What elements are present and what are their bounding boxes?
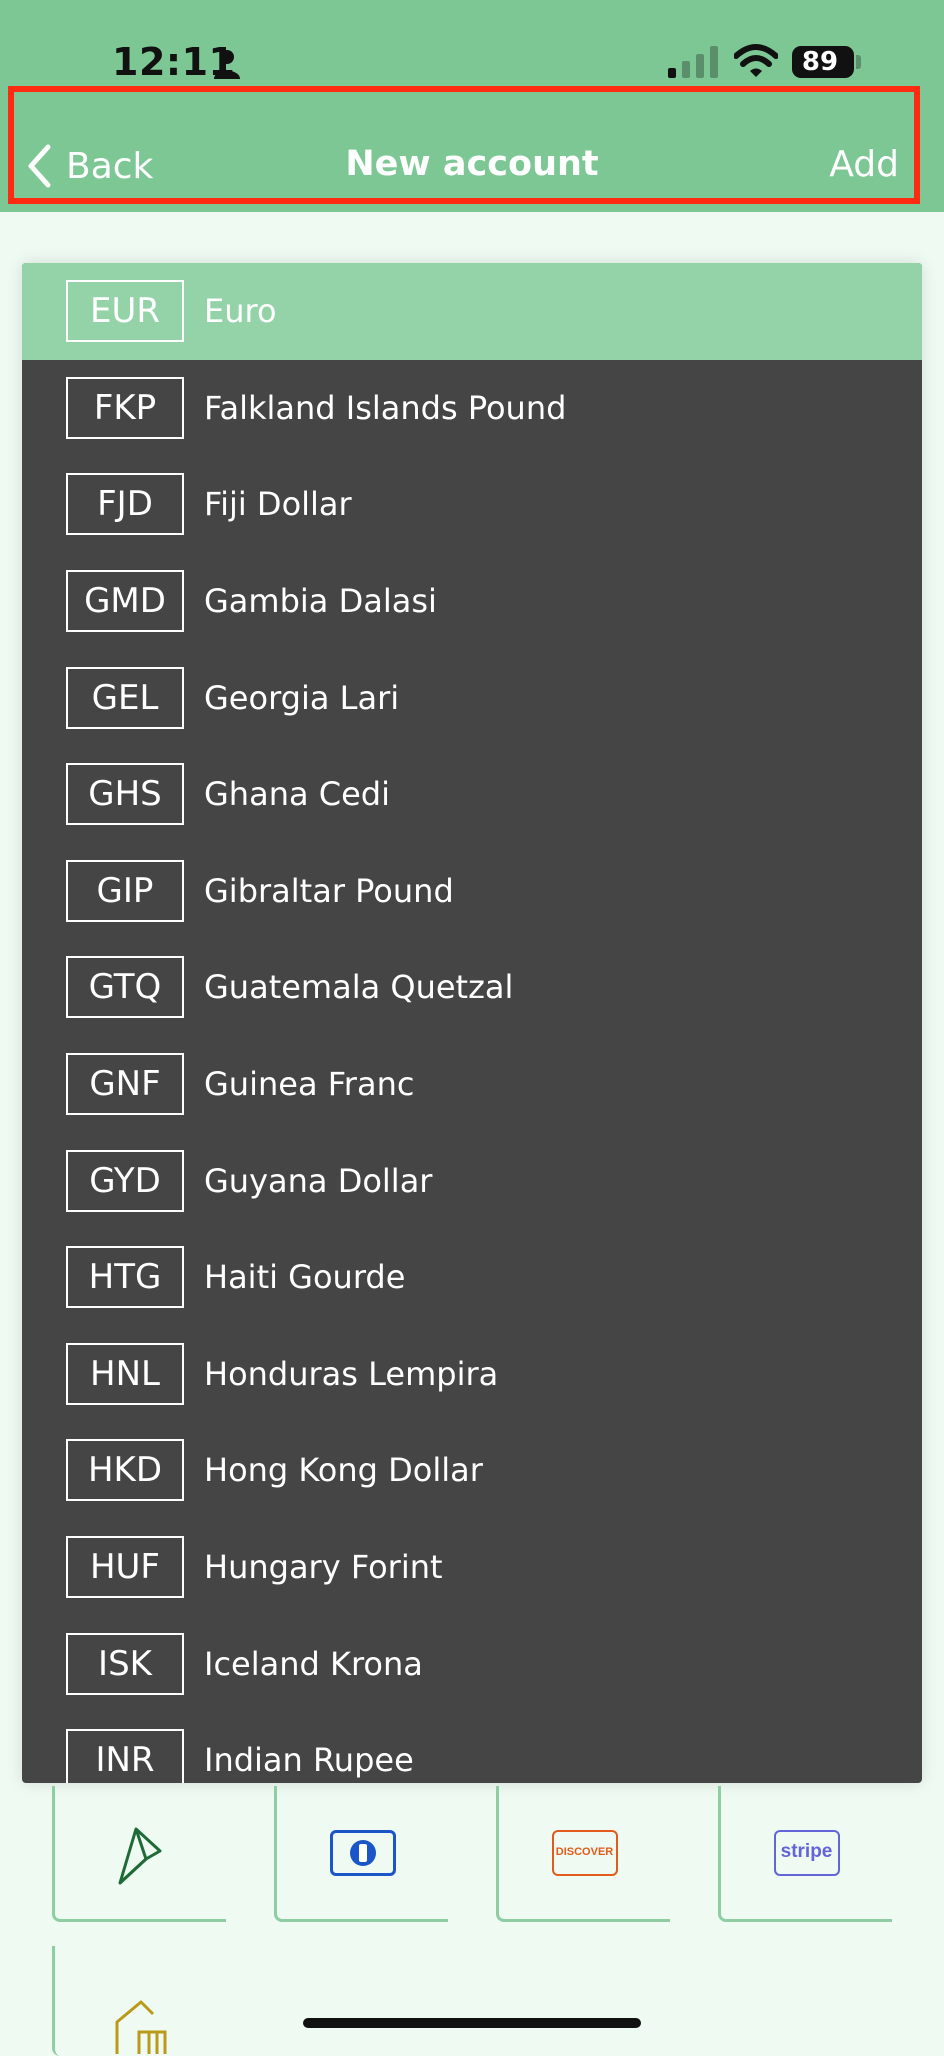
currency-name: Gambia Dalasi [204,582,437,621]
currency-name: Iceland Krona [204,1644,423,1683]
payment-tile-fold[interactable] [52,1786,226,1922]
currency-row[interactable]: GTQ Guatemala Quetzal [22,939,922,1036]
battery-level: 89 [801,47,839,77]
payment-tile-house[interactable] [52,1946,226,2056]
currency-name: Guyana Dollar [204,1161,433,1200]
currency-name: Fiji Dollar [204,485,352,524]
currency-name: Guatemala Quetzal [204,968,514,1007]
payment-tile-discover[interactable]: DISCOVER [496,1786,670,1922]
page-title: New account [345,144,599,184]
battery-tip [856,55,861,69]
currency-row[interactable]: GMD Gambia Dalasi [22,553,922,650]
currency-row[interactable]: GNF Guinea Franc [22,1036,922,1133]
currency-name: Haiti Gourde [204,1258,406,1297]
currency-row[interactable]: ISK Iceland Krona [22,1615,922,1712]
currency-row[interactable]: GHS Ghana Cedi [22,746,922,843]
currency-name: Hungary Forint [204,1548,443,1587]
currency-code: HKD [66,1439,184,1502]
currency-name: Falkland Islands Pound [204,388,567,427]
wifi-icon [734,44,778,77]
payment-tile-diners[interactable] [274,1786,448,1922]
add-button[interactable]: Add [829,144,899,185]
currency-code: GHS [66,763,184,826]
currency-name: Euro [204,292,277,331]
currency-row[interactable]: HNL Honduras Lempira [22,1326,922,1423]
currency-name: Hong Kong Dollar [204,1451,483,1490]
currency-name: Georgia Lari [204,678,400,717]
currency-code: INR [66,1729,184,1783]
payment-tile-stripe[interactable]: stripe [718,1786,892,1922]
currency-name: Ghana Cedi [204,775,390,814]
currency-row[interactable]: GIP Gibraltar Pound [22,843,922,940]
currency-name: Indian Rupee [204,1741,414,1780]
stripe-icon: stripe [773,1829,840,1876]
currency-row[interactable]: FJD Fiji Dollar [22,456,922,553]
currency-code: GEL [66,666,184,729]
currency-code: HUF [66,1536,184,1599]
currency-row[interactable]: GYD Guyana Dollar [22,1132,922,1229]
currency-code: GYD [66,1149,184,1212]
currency-code: EUR [66,280,184,343]
currency-code: GNF [66,1053,184,1116]
currency-code: ISK [66,1632,184,1695]
currency-row[interactable]: HTG Haiti Gourde [22,1229,922,1326]
currency-name: Gibraltar Pound [204,871,454,910]
currency-row[interactable]: INR Indian Rupee [22,1712,922,1783]
currency-code: GMD [66,570,184,633]
diners-club-icon [329,1829,396,1876]
discover-icon: DISCOVER [551,1829,618,1876]
currency-name: Honduras Lempira [204,1354,499,1393]
person-icon [214,50,240,79]
house-icon [115,2000,167,2054]
diners-club-mark [349,1839,376,1866]
home-indicator [303,2018,641,2028]
signal-icon [668,46,718,78]
currency-row[interactable]: HKD Hong Kong Dollar [22,1422,922,1519]
currency-code: FJD [66,473,184,536]
currency-row[interactable]: HUF Hungary Forint [22,1519,922,1616]
currency-code: GTQ [66,956,184,1019]
currency-code: HNL [66,1342,184,1405]
currency-picker-list[interactable]: EUR Euro FKP Falkland Islands Pound FJD … [22,263,922,1783]
battery-indicator: 89 [792,46,854,78]
currency-row-selected[interactable]: EUR Euro [22,263,922,360]
currency-row[interactable]: GEL Georgia Lari [22,649,922,746]
currency-code: FKP [66,376,184,439]
currency-row[interactable]: FKP Falkland Islands Pound [22,360,922,457]
fold-logo-icon [118,1827,161,1884]
currency-name: Guinea Franc [204,1065,415,1104]
currency-code: HTG [66,1246,184,1309]
currency-code: GIP [66,859,184,922]
